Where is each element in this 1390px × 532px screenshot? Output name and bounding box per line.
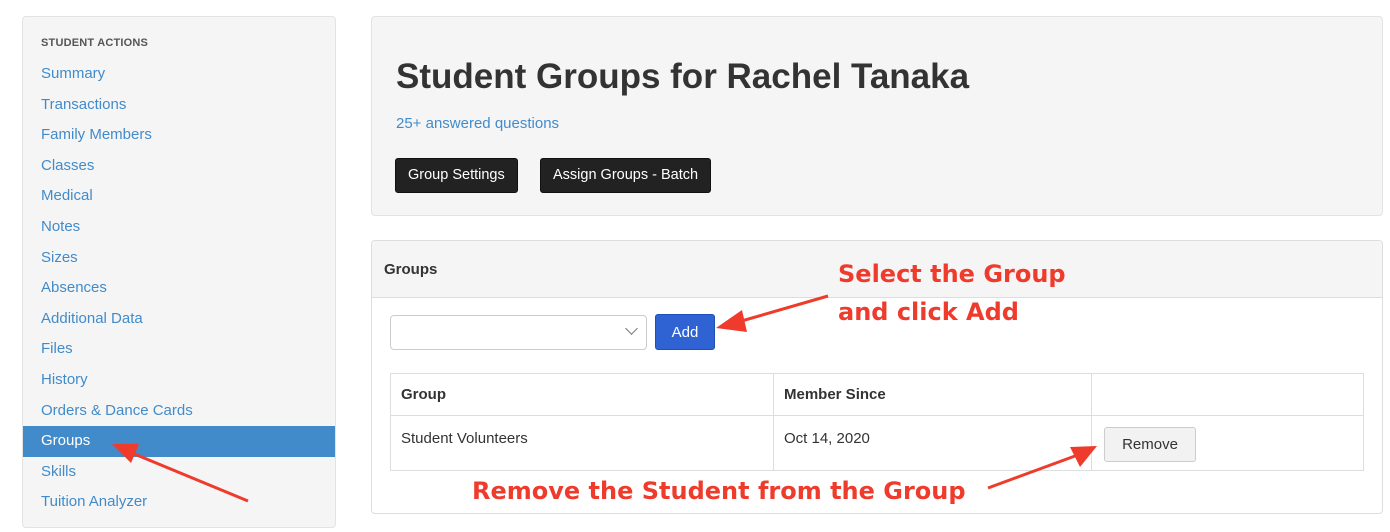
student-actions-sidebar: STUDENT ACTIONS Summary Transactions Fam… [22, 16, 336, 528]
annotation-select-line1: Select the Group [838, 260, 1066, 288]
sidebar-item-additional-data[interactable]: Additional Data [23, 304, 335, 335]
sidebar-nav: Summary Transactions Family Members Clas… [23, 59, 335, 518]
column-header-member-since: Member Since [773, 373, 1092, 416]
sidebar-item-transactions[interactable]: Transactions [23, 90, 335, 121]
annotation-remove-note: Remove the Student from the Group [472, 477, 966, 505]
page-title: Student Groups for Rachel Tanaka [396, 57, 970, 96]
add-group-button[interactable]: Add [655, 314, 715, 350]
sidebar-item-files[interactable]: Files [23, 334, 335, 365]
chevron-down-icon [625, 322, 638, 335]
remove-button[interactable]: Remove [1104, 427, 1196, 462]
table-header-row: Group Member Since [390, 373, 1364, 416]
groups-table: Group Member Since Student Volunteers Oc… [390, 373, 1364, 471]
sidebar-item-notes[interactable]: Notes [23, 212, 335, 243]
sidebar-heading: STUDENT ACTIONS [41, 37, 149, 49]
sidebar-item-orders-dance-cards[interactable]: Orders & Dance Cards [23, 396, 335, 427]
sidebar-item-classes[interactable]: Classes [23, 151, 335, 182]
sidebar-item-medical[interactable]: Medical [23, 181, 335, 212]
sidebar-item-absences[interactable]: Absences [23, 273, 335, 304]
sidebar-item-tuition-analyzer[interactable]: Tuition Analyzer [23, 487, 335, 518]
group-select[interactable] [390, 315, 647, 350]
assign-groups-batch-button[interactable]: Assign Groups - Batch [540, 158, 712, 193]
column-header-group: Group [390, 373, 774, 416]
page-header: Student Groups for Rachel Tanaka 25+ ans… [371, 16, 1383, 216]
group-name-cell: Student Volunteers [390, 415, 774, 471]
column-header-actions [1091, 373, 1364, 416]
sidebar-item-groups[interactable]: Groups [23, 426, 335, 457]
member-since-cell: Oct 14, 2020 [773, 415, 1092, 471]
sidebar-item-history[interactable]: History [23, 365, 335, 396]
answered-questions-link[interactable]: 25+ answered questions [396, 115, 559, 132]
sidebar-item-summary[interactable]: Summary [23, 59, 335, 90]
sidebar-item-sizes[interactable]: Sizes [23, 243, 335, 274]
table-row: Student Volunteers Oct 14, 2020 Remove [390, 415, 1364, 471]
sidebar-item-skills[interactable]: Skills [23, 457, 335, 488]
annotation-select-line2: and click Add [838, 298, 1019, 326]
actions-cell: Remove [1091, 415, 1364, 471]
sidebar-item-family-members[interactable]: Family Members [23, 120, 335, 151]
group-settings-button[interactable]: Group Settings [395, 158, 518, 193]
